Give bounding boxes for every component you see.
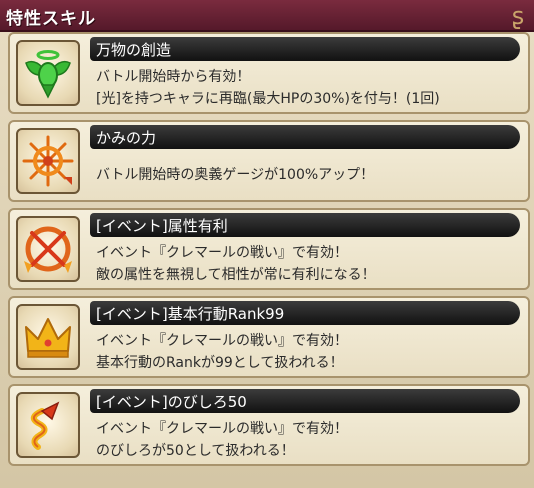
description-line: イベント『クレマールの戦い』で有効！ <box>96 421 348 437</box>
skill-name: [イベント]のびしろ50 <box>96 393 247 411</box>
skill-icon-frame <box>16 304 80 370</box>
section-header: 特性スキル ʂ <box>0 0 534 32</box>
description-line: バトル開始時から有効！ <box>96 69 251 85</box>
crown-icon <box>25 318 71 358</box>
description-line: のびしろが50として扱われる！ <box>96 443 295 459</box>
description-line: 基本行動のRankが99として扱われる！ <box>96 355 344 371</box>
skill-panel: 万物の創造 バトル開始時から有効！ [光]を持つキャラに再臨(最大HPの30%)… <box>0 32 534 488</box>
winged-orb-icon <box>25 50 71 99</box>
spring-arrow-icon <box>30 401 60 450</box>
skill-icon-frame <box>16 128 80 194</box>
skill-description: バトル開始時から有効！ [光]を持つキャラに再臨(最大HPの30%)を付与！(1… <box>96 66 522 110</box>
skill-description: イベント『クレマールの戦い』で有効！ 敵の属性を無視して相性が常に有利になる！ <box>96 242 522 286</box>
skill-name-bar: [イベント]のびしろ50 <box>90 389 520 413</box>
skill-name-bar: かみの力 <box>90 125 520 149</box>
description-line: イベント『クレマールの戦い』で有効！ <box>96 245 348 261</box>
skill-description: イベント『クレマールの戦い』で有効！ 基本行動のRankが99として扱われる！ <box>96 330 522 374</box>
skill-icon-frame <box>16 392 80 458</box>
section-title: 特性スキル <box>6 9 96 29</box>
skill-description: イベント『クレマールの戦い』で有効！ のびしろが50として扱われる！ <box>96 418 522 462</box>
description-line: バトル開始時の奥義ゲージが100%アップ！ <box>96 167 375 183</box>
skill-name-bar: [イベント]属性有利 <box>90 213 520 237</box>
skill-name: かみの力 <box>96 129 157 147</box>
scroll-ornament-icon: ʂ <box>511 2 525 30</box>
skill-card-5[interactable]: [イベント]のびしろ50 イベント『クレマールの戦い』で有効！ のびしろが50と… <box>8 384 530 466</box>
skill-name: 万物の創造 <box>96 41 172 59</box>
skill-name: [イベント]属性有利 <box>96 217 228 235</box>
skill-card-2[interactable]: かみの力 バトル開始時の奥義ゲージが100%アップ！ <box>8 120 530 202</box>
skill-name: [イベント]基本行動Rank99 <box>96 305 285 323</box>
compass-arrows-icon <box>22 135 74 187</box>
description-line: 敵の属性を無視して相性が常に有利になる！ <box>96 267 376 283</box>
skill-name-bar: 万物の創造 <box>90 37 520 61</box>
skill-card-4[interactable]: [イベント]基本行動Rank99 イベント『クレマールの戦い』で有効！ 基本行動… <box>8 296 530 378</box>
skill-icon-frame <box>16 40 80 106</box>
skill-card-3[interactable]: [イベント]属性有利 イベント『クレマールの戦い』で有効！ 敵の属性を無視して相… <box>8 208 530 290</box>
skill-card-1[interactable]: 万物の創造 バトル開始時から有効！ [光]を持つキャラに再臨(最大HPの30%)… <box>8 32 530 114</box>
description-line: イベント『クレマールの戦い』で有効！ <box>96 333 348 349</box>
skill-icon-frame <box>16 216 80 282</box>
skill-description: バトル開始時の奥義ゲージが100%アップ！ <box>96 164 522 186</box>
crossed-arrows-circle-icon <box>24 226 72 273</box>
skill-name-bar: [イベント]基本行動Rank99 <box>90 301 520 325</box>
description-line: [光]を持つキャラに再臨(最大HPの30%)を付与！(1回) <box>96 91 440 107</box>
